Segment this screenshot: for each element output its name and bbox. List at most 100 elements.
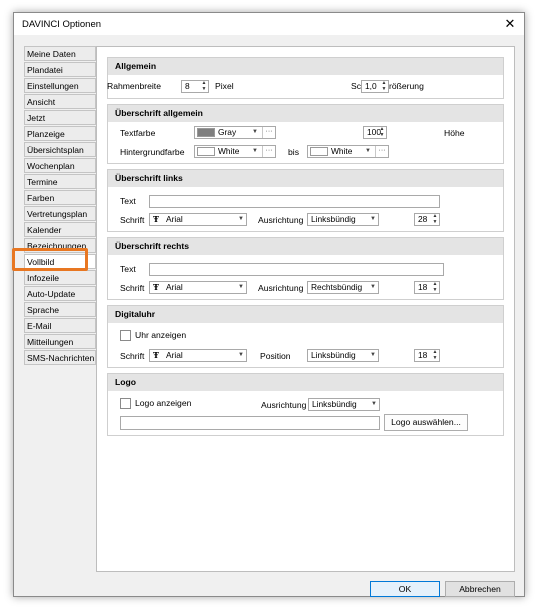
zoom-spinner[interactable]: 1,0 ▲ ▼ xyxy=(361,80,389,93)
uhr-anzeigen-label: Uhr anzeigen xyxy=(135,330,187,340)
logo-select-button[interactable]: Logo auswählen... xyxy=(384,414,468,431)
spinner-arrows-icon[interactable]: ▲ ▼ xyxy=(381,80,387,92)
chevron-down-icon[interactable]: ▼ xyxy=(238,282,244,293)
uhr-font-value: Arial xyxy=(166,350,183,360)
rechts-font-value: Arial xyxy=(166,282,183,292)
bis-picker[interactable]: White ▼ ··· xyxy=(307,145,389,158)
position-label: Position xyxy=(260,351,291,361)
ausrichtung-label: Ausrichtung xyxy=(261,400,307,410)
options-dialog: DAVINCI Optionen ✕ Meine Daten Plandatei E… xyxy=(13,12,525,597)
sidebar-item-mitteilungen[interactable]: Mitteilungen xyxy=(24,334,96,349)
sidebar-item-vertretungsplan[interactable]: Vertretungsplan xyxy=(24,206,96,221)
text-label: Text xyxy=(120,264,136,274)
sidebar-item-übersichtsplan[interactable]: Übersichtsplan xyxy=(24,142,96,157)
sidebar-item-ansicht[interactable]: Ansicht xyxy=(24,94,96,109)
sidebar-item-meine-daten[interactable]: Meine Daten xyxy=(24,46,96,61)
group-header: Überschrift allgemein xyxy=(108,105,503,122)
sidebar-item-plandatei[interactable]: Plandatei xyxy=(24,62,96,77)
sidebar-item-farben[interactable]: Farben xyxy=(24,190,96,205)
chevron-down-icon[interactable]: ▼ xyxy=(370,350,376,361)
group-header: Digitaluhr xyxy=(108,306,503,323)
sc-label: Sc xyxy=(351,81,362,91)
spinner-arrows-icon[interactable]: ▲ ▼ xyxy=(379,126,385,138)
group-allgemein: Allgemein Rahmenbreite 8 ▲ ▼ Pixel Sc 1,0… xyxy=(107,57,504,99)
links-size-spinner[interactable]: 28 ▲ ▼ xyxy=(414,213,440,226)
hintergrund-picker[interactable]: White ▼ ··· xyxy=(194,145,276,158)
sidebar-item-sprache[interactable]: Sprache xyxy=(24,302,96,317)
vergroesserung-label: rößerung xyxy=(389,81,424,91)
font-icon: Ŧ xyxy=(153,282,159,292)
close-icon[interactable]: ✕ xyxy=(502,16,518,32)
chevron-down-icon[interactable]: ▼ xyxy=(238,214,244,225)
rechts-ausrichtung-select[interactable]: Rechtsbündig ▼ xyxy=(307,281,379,294)
logo-ausrichtung-value: Linksbündig xyxy=(312,399,357,409)
sidebar-item-wochenplan[interactable]: Wochenplan xyxy=(24,158,96,173)
textfarbe-value: Gray xyxy=(218,127,237,137)
bis-label: bis xyxy=(288,147,299,157)
spinner-arrows-icon[interactable]: ▲ ▼ xyxy=(201,80,207,92)
links-ausrichtung-select[interactable]: Linksbündig ▼ xyxy=(307,213,379,226)
title-bar: DAVINCI Optionen ✕ xyxy=(14,13,524,35)
chevron-down-icon[interactable]: ▼ xyxy=(238,350,244,361)
more-icon[interactable]: ··· xyxy=(262,146,275,157)
textfarbe-label: Textfarbe xyxy=(120,128,156,138)
logo-ausrichtung-select[interactable]: Linksbündig ▼ xyxy=(308,398,380,411)
group-ueberschrift-allgemein: Überschrift allgemein Textfarbe Gray ▼ ·… xyxy=(107,104,504,164)
rechts-size-value: 18 xyxy=(418,282,428,292)
more-icon[interactable]: ··· xyxy=(262,127,275,138)
color-swatch xyxy=(197,147,215,156)
font-icon: Ŧ xyxy=(153,214,159,224)
sidebar-item-auto-update[interactable]: Auto-Update xyxy=(24,286,96,301)
rechts-ausrichtung-value: Rechtsbündig xyxy=(311,282,363,292)
rahmenbreite-label: Rahmenbreite xyxy=(107,81,161,91)
links-text-input[interactable] xyxy=(149,195,440,208)
hintergrund-value: White xyxy=(218,146,240,156)
sidebar-item-termine[interactable]: Termine xyxy=(24,174,96,189)
sidebar-item-planzeige[interactable]: Planzeige xyxy=(24,126,96,141)
spinner-arrows-icon[interactable]: ▲ ▼ xyxy=(432,349,438,361)
selection-highlight xyxy=(12,248,88,271)
uhr-font-select[interactable]: Ŧ Arial ▼ xyxy=(149,349,247,362)
text-label: Text xyxy=(120,196,136,206)
chevron-down-icon[interactable]: ▼ xyxy=(370,214,376,225)
textfarbe-picker[interactable]: Gray ▼ ··· xyxy=(194,126,276,139)
chevron-down-icon[interactable]: ▼ xyxy=(252,127,258,138)
links-font-select[interactable]: Ŧ Arial ▼ xyxy=(149,213,247,226)
group-header: Überschrift rechts xyxy=(108,238,503,255)
ausrichtung-label: Ausrichtung xyxy=(258,283,304,293)
logo-anzeigen-checkbox[interactable] xyxy=(120,398,131,409)
color-swatch xyxy=(310,147,328,156)
ok-button[interactable]: OK xyxy=(370,581,440,597)
logo-anzeigen-label: Logo anzeigen xyxy=(135,398,192,408)
sidebar-item-einstellungen[interactable]: Einstellungen xyxy=(24,78,96,93)
sidebar-item-jetzt[interactable]: Jetzt xyxy=(24,110,96,125)
chevron-down-icon[interactable]: ▼ xyxy=(371,399,377,410)
chevron-down-icon[interactable]: ▼ xyxy=(370,282,376,293)
chevron-down-icon[interactable]: ▼ xyxy=(365,146,371,157)
chevron-down-icon[interactable]: ▼ xyxy=(252,146,258,157)
hoehe-label: Höhe xyxy=(444,128,465,138)
sidebar-item-sms-nachrichten[interactable]: SMS-Nachrichten xyxy=(24,350,96,365)
group-header: Allgemein xyxy=(108,58,503,75)
spinner-arrows-icon[interactable]: ▲ ▼ xyxy=(432,281,438,293)
cancel-button[interactable]: Abbrechen xyxy=(445,581,515,597)
uhr-position-select[interactable]: Linksbündig ▼ xyxy=(307,349,379,362)
logo-path-input[interactable] xyxy=(120,416,380,430)
links-font-value: Arial xyxy=(166,214,183,224)
group-ueberschrift-links: Überschrift links Text Schrift Ŧ Arial ▼… xyxy=(107,169,504,232)
rechts-font-select[interactable]: Ŧ Arial ▼ xyxy=(149,281,247,294)
sidebar-item-kalender[interactable]: Kalender xyxy=(24,222,96,237)
spinner-arrows-icon[interactable]: ▲ ▼ xyxy=(432,213,438,225)
uhr-size-spinner[interactable]: 18 ▲ ▼ xyxy=(414,349,440,362)
rechts-text-input[interactable] xyxy=(149,263,444,276)
sidebar-item-infozeile[interactable]: Infozeile xyxy=(24,270,96,285)
hintergrundfarbe-label: Hintergrundfarbe xyxy=(120,147,185,157)
uhr-anzeigen-checkbox[interactable] xyxy=(120,330,131,341)
rahmenbreite-spinner[interactable]: 8 ▲ ▼ xyxy=(181,80,209,93)
schrift-label: Schrift xyxy=(120,283,145,293)
sidebar-item-e-mail[interactable]: E-Mail xyxy=(24,318,96,333)
hoehe-spinner[interactable]: 100 ▲ ▼ xyxy=(363,126,387,139)
group-header: Logo xyxy=(108,374,503,391)
rechts-size-spinner[interactable]: 18 ▲ ▼ xyxy=(414,281,440,294)
more-icon[interactable]: ··· xyxy=(375,146,388,157)
